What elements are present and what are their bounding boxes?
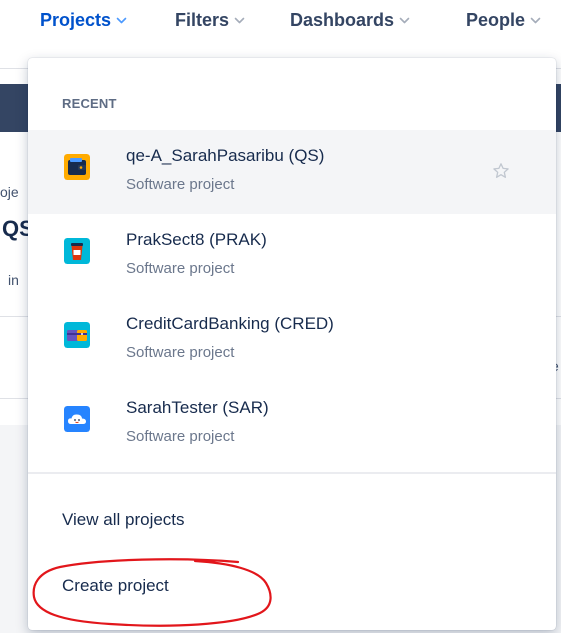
nav-filters-label: Filters — [175, 9, 230, 30]
nav-projects-label: Projects — [40, 9, 112, 30]
nav-projects[interactable]: Projects — [40, 8, 127, 32]
cloud-avatar-icon — [64, 406, 90, 432]
wallet-avatar-icon — [64, 154, 90, 180]
project-name: qe-A_SarahPasaribu (QS) — [126, 146, 325, 165]
recent-heading: RECENT — [62, 96, 117, 111]
background-header-bar — [0, 84, 28, 132]
project-name: CreditCardBanking (CRED) — [126, 314, 334, 333]
recent-project-item[interactable]: PrakSect8 (PRAK) Software project — [28, 214, 556, 298]
top-navigation: Projects Filters Dashboards People — [0, 0, 561, 40]
credit-card-avatar-icon — [64, 322, 90, 348]
background-text: in — [8, 272, 19, 288]
projects-dropdown: RECENT qe-A_SarahPasaribu (QS) Software … — [28, 58, 556, 630]
chevron-down-icon — [116, 15, 127, 26]
coffee-cup-avatar-icon — [64, 238, 90, 264]
project-type: Software project — [126, 344, 235, 361]
chevron-down-icon — [399, 15, 410, 26]
chevron-down-icon — [234, 15, 245, 26]
recent-project-item[interactable]: qe-A_SarahPasaribu (QS) Software project — [28, 130, 556, 214]
project-type: Software project — [126, 176, 235, 193]
chevron-down-icon — [530, 15, 541, 26]
create-project-link[interactable]: Create project — [62, 576, 169, 596]
nav-people[interactable]: People — [466, 8, 541, 32]
star-icon[interactable] — [492, 162, 510, 180]
project-type: Software project — [126, 260, 235, 277]
recent-project-item[interactable]: CreditCardBanking (CRED) Software projec… — [28, 298, 556, 382]
nav-dashboards[interactable]: Dashboards — [290, 8, 410, 32]
project-name: PrakSect8 (PRAK) — [126, 230, 267, 249]
menu-divider — [28, 472, 556, 474]
background-text: oje — [0, 184, 19, 200]
recent-project-item[interactable]: SarahTester (SAR) Software project — [28, 382, 556, 466]
project-name: SarahTester (SAR) — [126, 398, 269, 417]
project-type: Software project — [126, 428, 235, 445]
view-all-projects-link[interactable]: View all projects — [62, 510, 185, 530]
nav-people-label: People — [466, 9, 526, 30]
nav-dashboards-label: Dashboards — [290, 9, 395, 30]
nav-filters[interactable]: Filters — [175, 8, 245, 32]
